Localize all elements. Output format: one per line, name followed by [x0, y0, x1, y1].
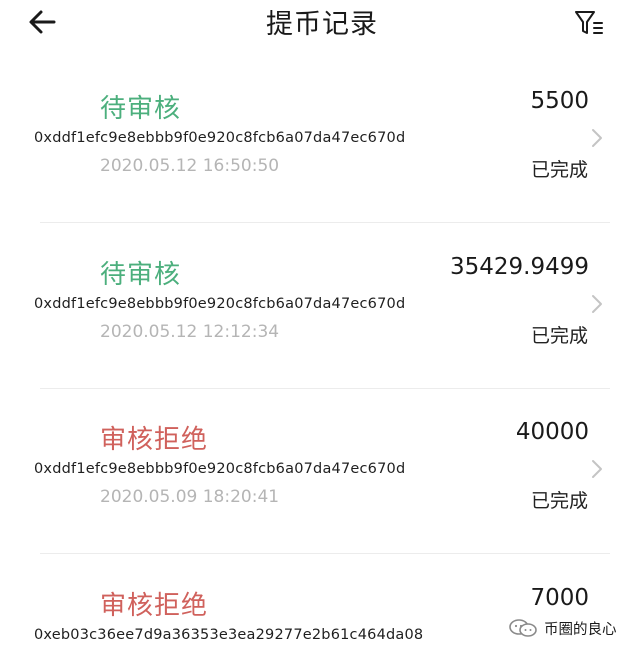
chevron-right-icon [592, 295, 602, 313]
status-label: 待审核 [100, 260, 182, 290]
watermark-text: 币圈的良心 [544, 621, 617, 638]
wallet-address: 0xddf1efc9e8ebbb9f0e920c8fcb6a07da47ec67… [34, 461, 406, 477]
amount-value: 40000 [515, 419, 589, 445]
chevron-right-icon [592, 460, 602, 478]
divider [40, 222, 610, 223]
wallet-address: 0xddf1efc9e8ebbb9f0e920c8fcb6a07da47ec67… [34, 296, 406, 312]
completion-status: 已完成 [530, 490, 588, 512]
wechat-icon [509, 619, 537, 637]
timestamp: 2020.05.12 16:50:50 [100, 156, 280, 176]
timestamp: 2020.05.09 18:20:41 [100, 487, 280, 507]
wallet-address: 0xeb03c36ee7d9a36353e3ea29277e2b61c464da… [34, 627, 424, 643]
status-label: 审核拒绝 [100, 425, 209, 455]
record-item[interactable]: 审核拒绝 40000 0xddf1efc9e8ebbb9f0e920c8fcb6… [0, 419, 644, 584]
header: 提币记录 [0, 0, 644, 50]
divider [40, 388, 610, 389]
status-label: 审核拒绝 [100, 591, 209, 621]
status-label: 待审核 [100, 94, 182, 124]
watermark: 币圈的良心 [508, 617, 617, 639]
filter-icon[interactable] [570, 8, 606, 38]
record-item[interactable]: 待审核 35429.9499 0xddf1efc9e8ebbb9f0e920c8… [0, 254, 644, 419]
record-item[interactable]: 待审核 5500 0xddf1efc9e8ebbb9f0e920c8fcb6a0… [0, 88, 644, 253]
completion-status: 已完成 [530, 159, 588, 181]
timestamp: 2020.05.12 12:12:34 [100, 322, 280, 342]
withdrawal-records-page: 提币记录 待审核 5500 0xddf1efc9e8ebbb9f0e920c8f… [0, 0, 644, 655]
completion-status: 已完成 [530, 325, 588, 347]
page-title: 提币记录 [266, 9, 378, 40]
divider [40, 553, 610, 554]
chevron-right-icon [592, 129, 602, 147]
amount-value: 5500 [530, 88, 589, 114]
amount-value: 35429.9499 [449, 254, 589, 280]
amount-value: 7000 [530, 585, 589, 611]
wallet-address: 0xddf1efc9e8ebbb9f0e920c8fcb6a07da47ec67… [34, 130, 406, 146]
